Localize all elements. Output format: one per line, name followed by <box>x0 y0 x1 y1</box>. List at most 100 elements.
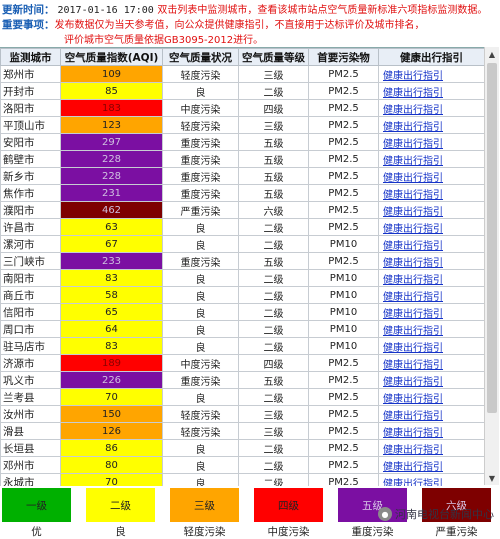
health-guide-link[interactable]: 健康出行指引 <box>378 201 484 219</box>
aqi-cell: 228 <box>60 167 163 185</box>
pollutant-cell: PM10 <box>308 269 379 287</box>
table-row[interactable]: 新乡市 228 重度污染 五级 PM2.5 健康出行指引 <box>0 167 484 185</box>
table-row[interactable]: 鹤壁市 228 重度污染 五级 PM2.5 健康出行指引 <box>0 150 484 168</box>
table-row[interactable]: 兰考县 70 良二级 PM2.5 健康出行指引 <box>0 388 484 406</box>
health-guide-link[interactable]: 健康出行指引 <box>378 456 484 474</box>
city-cell: 周口市 <box>0 320 61 338</box>
aqi-cell: 83 <box>60 269 163 287</box>
status-cell: 轻度污染 <box>162 405 239 423</box>
col-header-level[interactable]: 空气质量等级 <box>238 48 309 66</box>
table-row[interactable]: 汝州市 150 轻度污染 三级 PM2.5 健康出行指引 <box>0 405 484 423</box>
table-row[interactable]: 郑州市 109 轻度污染 三级 PM2.5 健康出行指引 <box>0 65 484 83</box>
table-row[interactable]: 濮阳市 462 严重污染 六级 PM2.5 健康出行指引 <box>0 201 484 219</box>
city-cell: 许昌市 <box>0 218 61 236</box>
vertical-scrollbar[interactable]: ▲ ▼ <box>484 47 499 485</box>
health-guide-link[interactable]: 健康出行指引 <box>378 320 484 338</box>
scroll-thumb[interactable] <box>487 63 497 413</box>
table-row[interactable]: 信阳市 65 良二级 PM10 健康出行指引 <box>0 303 484 321</box>
city-cell: 滑县 <box>0 422 61 440</box>
col-header-status[interactable]: 空气质量状况 <box>162 48 239 66</box>
health-guide-link[interactable]: 健康出行指引 <box>378 388 484 406</box>
status-cell: 良 <box>162 337 239 355</box>
table-row[interactable]: 邓州市 80 良二级 PM2.5 健康出行指引 <box>0 456 484 474</box>
status-cell: 良 <box>162 235 239 253</box>
col-header-guide[interactable]: 健康出行指引 <box>378 48 484 66</box>
health-guide-link[interactable]: 健康出行指引 <box>378 303 484 321</box>
level-cell: 二级 <box>238 337 309 355</box>
table-row[interactable]: 南阳市 83 良二级 PM10 健康出行指引 <box>0 269 484 287</box>
pollutant-cell: PM2.5 <box>308 252 379 270</box>
health-guide-link[interactable]: 健康出行指引 <box>378 235 484 253</box>
aqi-cell: 297 <box>60 133 163 151</box>
pollutant-cell: PM2.5 <box>308 388 379 406</box>
legend-desc: 重度污染 <box>351 526 394 538</box>
legend-swatch-4: 四级 <box>254 488 323 522</box>
health-guide-link[interactable]: 健康出行指引 <box>378 354 484 372</box>
level-cell: 四级 <box>238 99 309 117</box>
level-cell: 四级 <box>238 354 309 372</box>
pollutant-cell: PM10 <box>308 303 379 321</box>
table-row[interactable]: 平顶山市 123 轻度污染 三级 PM2.5 健康出行指引 <box>0 116 484 134</box>
wechat-icon: ● <box>378 507 392 521</box>
pollutant-cell: PM2.5 <box>308 422 379 440</box>
col-header-city[interactable]: 监测城市 <box>0 48 61 66</box>
status-cell: 良 <box>162 456 239 474</box>
level-cell: 二级 <box>238 269 309 287</box>
aqi-cell: 109 <box>60 65 163 83</box>
level-cell: 三级 <box>238 405 309 423</box>
aqi-cell: 462 <box>60 201 163 219</box>
table-body: 郑州市 109 轻度污染 三级 PM2.5 健康出行指引 开封市 85 良二级 PM2.5 健康出行… <box>0 65 484 486</box>
pollutant-cell: PM2.5 <box>308 218 379 236</box>
health-guide-link[interactable]: 健康出行指引 <box>378 167 484 185</box>
health-guide-link[interactable]: 健康出行指引 <box>378 269 484 287</box>
pollutant-cell: PM2.5 <box>308 167 379 185</box>
scroll-up-icon[interactable]: ▲ <box>485 47 499 61</box>
health-guide-link[interactable]: 健康出行指引 <box>378 337 484 355</box>
health-guide-link[interactable]: 健康出行指引 <box>378 218 484 236</box>
health-guide-link[interactable]: 健康出行指引 <box>378 82 484 100</box>
health-guide-link[interactable]: 健康出行指引 <box>378 133 484 151</box>
table-row[interactable]: 长垣县 86 良二级 PM2.5 健康出行指引 <box>0 439 484 457</box>
city-cell: 济源市 <box>0 354 61 372</box>
pollutant-cell: PM10 <box>308 320 379 338</box>
table-row[interactable]: 滑县 126 轻度污染 三级 PM2.5 健康出行指引 <box>0 422 484 440</box>
table-row[interactable]: 永城市 70 良二级 PM2.5 健康出行指引 <box>0 473 484 486</box>
city-cell: 邓州市 <box>0 456 61 474</box>
health-guide-link[interactable]: 健康出行指引 <box>378 286 484 304</box>
table-row[interactable]: 三门峡市 233 重度污染 五级 PM2.5 健康出行指引 <box>0 252 484 270</box>
table-row[interactable]: 洛阳市 183 中度污染 四级 PM2.5 健康出行指引 <box>0 99 484 117</box>
health-guide-link[interactable]: 健康出行指引 <box>378 371 484 389</box>
level-cell: 二级 <box>238 82 309 100</box>
health-guide-link[interactable]: 健康出行指引 <box>378 116 484 134</box>
table-row[interactable]: 漯河市 67 良二级 PM10 健康出行指引 <box>0 235 484 253</box>
health-guide-link[interactable]: 健康出行指引 <box>378 473 484 486</box>
health-guide-link[interactable]: 健康出行指引 <box>378 65 484 83</box>
table-row[interactable]: 安阳市 297 重度污染 五级 PM2.5 健康出行指引 <box>0 133 484 151</box>
health-guide-link[interactable]: 健康出行指引 <box>378 184 484 202</box>
level-cell: 五级 <box>238 133 309 151</box>
col-header-aqi[interactable]: 空气质量指数(AQI) <box>60 48 163 66</box>
table-row[interactable]: 巩义市 226 重度污染 五级 PM2.5 健康出行指引 <box>0 371 484 389</box>
table-row[interactable]: 济源市 189 中度污染 四级 PM2.5 健康出行指引 <box>0 354 484 372</box>
notice-text-1: 发布数据仅为当天参考值，向公众提供健康指引，不直接用于达标评价及城市排名， <box>54 20 425 31</box>
health-guide-link[interactable]: 健康出行指引 <box>378 405 484 423</box>
aqi-cell: 63 <box>60 218 163 236</box>
table-row[interactable]: 周口市 64 良二级 PM10 健康出行指引 <box>0 320 484 338</box>
table-row[interactable]: 商丘市 58 良二级 PM10 健康出行指引 <box>0 286 484 304</box>
table-row[interactable]: 许昌市 63 良二级 PM2.5 健康出行指引 <box>0 218 484 236</box>
health-guide-link[interactable]: 健康出行指引 <box>378 422 484 440</box>
health-guide-link[interactable]: 健康出行指引 <box>378 150 484 168</box>
table-row[interactable]: 驻马店市 83 良二级 PM10 健康出行指引 <box>0 337 484 355</box>
health-guide-link[interactable]: 健康出行指引 <box>378 99 484 117</box>
table-row[interactable]: 开封市 85 良二级 PM2.5 健康出行指引 <box>0 82 484 100</box>
scroll-down-icon[interactable]: ▼ <box>485 471 499 485</box>
pollutant-cell: PM2.5 <box>308 65 379 83</box>
level-cell: 二级 <box>238 218 309 236</box>
aqi-cell: 228 <box>60 150 163 168</box>
health-guide-link[interactable]: 健康出行指引 <box>378 439 484 457</box>
city-cell: 鹤壁市 <box>0 150 61 168</box>
status-cell: 良 <box>162 218 239 236</box>
health-guide-link[interactable]: 健康出行指引 <box>378 252 484 270</box>
table-row[interactable]: 焦作市 231 重度污染 五级 PM2.5 健康出行指引 <box>0 184 484 202</box>
col-header-pollutant[interactable]: 首要污染物 <box>308 48 379 66</box>
